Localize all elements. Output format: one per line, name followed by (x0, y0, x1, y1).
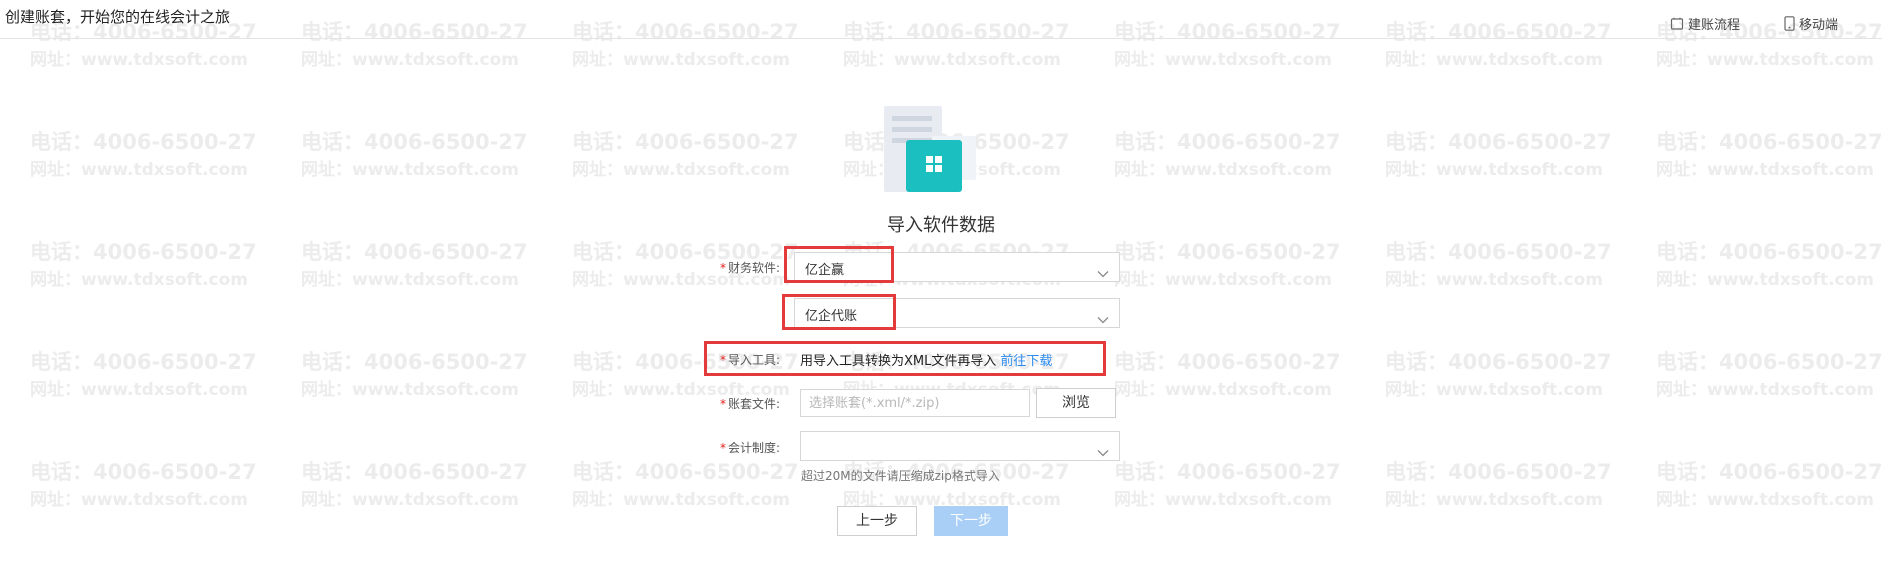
watermark-text: 电话：4006-6500-27网址：www.tdxsoft.com (301, 460, 528, 510)
file-size-hint: 超过20M的文件请压缩成zip格式导入 (801, 469, 1000, 483)
watermark-text: 电话：4006-6500-27网址：www.tdxsoft.com (1385, 460, 1612, 510)
mobile-label: 移动端 (1799, 18, 1839, 33)
page-title: 创建账套，开始您的在线会计之旅 (5, 8, 231, 26)
watermark-text: 电话：4006-6500-27网址：www.tdxsoft.com (30, 350, 257, 400)
mobile-icon (1784, 16, 1795, 31)
setup-process-link[interactable]: 建账流程 (1670, 14, 1740, 33)
watermark-text: 电话：4006-6500-27网址：www.tdxsoft.com (1385, 350, 1612, 400)
chevron-down-icon (1097, 442, 1109, 461)
required-mark: * (719, 261, 726, 275)
watermark-text: 电话：4006-6500-27网址：www.tdxsoft.com (1385, 130, 1612, 180)
required-mark: * (719, 353, 726, 367)
required-mark: * (719, 397, 726, 411)
account-file-input[interactable] (800, 389, 1030, 417)
watermark-text: 电话：4006-6500-27网址：www.tdxsoft.com (1656, 240, 1882, 290)
watermark-text: 电话：4006-6500-27网址：www.tdxsoft.com (1656, 130, 1882, 180)
section-title: 导入软件数据 (887, 215, 995, 236)
previous-step-button[interactable]: 上一步 (837, 506, 917, 536)
watermark-text: 电话：4006-6500-27网址：www.tdxsoft.com (1114, 460, 1341, 510)
watermark-text: 电话：4006-6500-27网址：www.tdxsoft.com (30, 240, 257, 290)
watermark-text: 电话：4006-6500-27网址：www.tdxsoft.com (1114, 130, 1341, 180)
accounting-system-select[interactable] (800, 431, 1120, 461)
finance-software-value: 亿企赢 (805, 263, 845, 278)
finance-software-label: * 财务软件: (719, 261, 780, 275)
chevron-down-icon (1097, 309, 1109, 328)
import-tool-label: * 导入工具: (719, 353, 780, 367)
watermark-text: 电话：4006-6500-27网址：www.tdxsoft.com (301, 240, 528, 290)
watermark-text: 电话：4006-6500-27网址：www.tdxsoft.com (572, 130, 799, 180)
watermark-text: 电话：4006-6500-27网址：www.tdxsoft.com (30, 460, 257, 510)
download-link[interactable]: 前往下载 (1000, 354, 1052, 369)
finance-software-select[interactable]: 亿企赢 (794, 252, 1120, 282)
setup-process-label: 建账流程 (1688, 18, 1741, 33)
watermark-text: 电话：4006-6500-27网址：www.tdxsoft.com (301, 350, 528, 400)
accounting-system-label: * 会计制度: (719, 441, 780, 455)
software-version-value: 亿企代账 (805, 309, 858, 324)
process-icon (1670, 17, 1684, 31)
watermark-text: 电话：4006-6500-27网址：www.tdxsoft.com (572, 460, 799, 510)
watermark-text: 电话：4006-6500-27网址：www.tdxsoft.com (1114, 350, 1341, 400)
document-app-icon (880, 106, 980, 194)
software-version-select[interactable]: 亿企代账 (794, 298, 1120, 328)
watermark-text: 电话：4006-6500-27网址：www.tdxsoft.com (1656, 460, 1882, 510)
mobile-link[interactable]: 移动端 (1784, 14, 1838, 33)
watermark-text: 电话：4006-6500-27网址：www.tdxsoft.com (1114, 240, 1341, 290)
browse-button[interactable]: 浏览 (1036, 388, 1116, 418)
header-bar: 创建账套，开始您的在线会计之旅 建账流程 移动端 (0, 0, 1882, 39)
chevron-down-icon (1097, 263, 1109, 282)
watermark-text: 电话：4006-6500-27网址：www.tdxsoft.com (301, 130, 528, 180)
account-file-label: * 账套文件: (719, 397, 780, 411)
watermark-text: 电话：4006-6500-27网址：www.tdxsoft.com (1385, 240, 1612, 290)
watermark-text: 电话：4006-6500-27网址：www.tdxsoft.com (1656, 350, 1882, 400)
watermark-text: 电话：4006-6500-27网址：www.tdxsoft.com (30, 130, 257, 180)
required-mark: * (719, 441, 726, 455)
next-step-button[interactable]: 下一步 (934, 506, 1008, 536)
import-tool-text: 用导入工具转换为XML文件再导入 前往下载 (800, 354, 1053, 369)
